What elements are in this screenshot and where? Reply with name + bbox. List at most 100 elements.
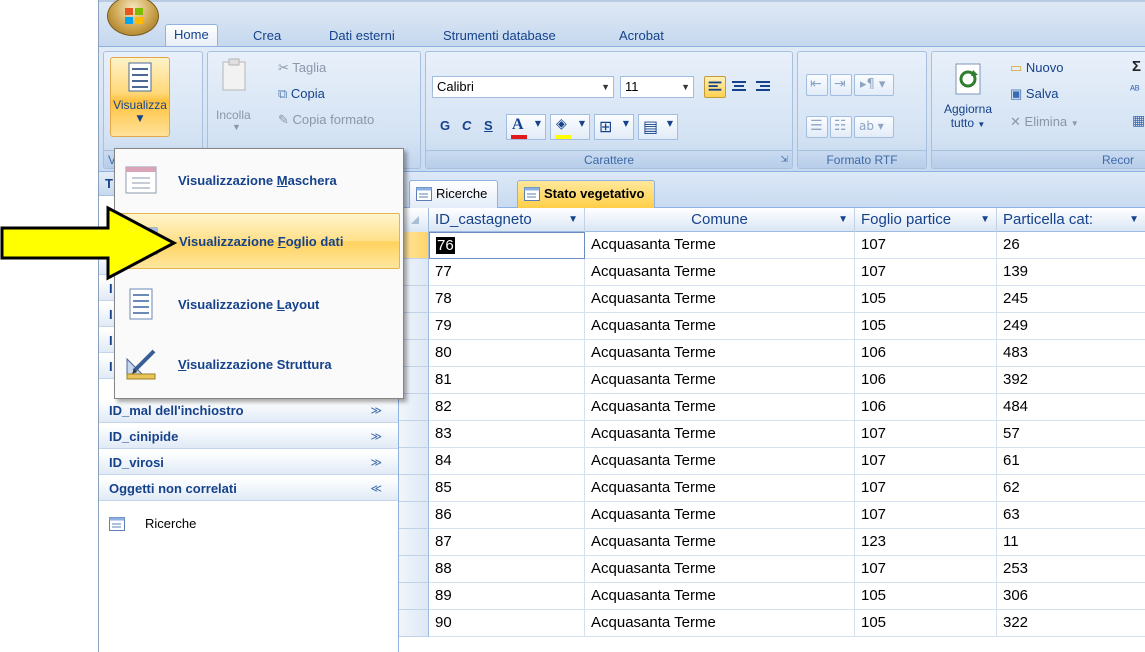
- chevron-down-icon[interactable]: ▼: [980, 208, 990, 231]
- chevron-down-icon[interactable]: ▼: [568, 208, 578, 231]
- cell-foglio-particellare[interactable]: 106: [855, 367, 997, 394]
- cell-comune[interactable]: Acquasanta Terme: [585, 259, 855, 286]
- cell-id-castagneto[interactable]: 86: [429, 502, 585, 529]
- cell-foglio-particellare[interactable]: 107: [855, 259, 997, 286]
- cell-id-castagneto[interactable]: 88: [429, 556, 585, 583]
- table-row[interactable]: 77 Acquasanta Terme 107 139: [399, 259, 1145, 286]
- nav-group-mal-inchiostro[interactable]: ID_mal dell'inchiostro ≫: [99, 400, 398, 423]
- copy-button[interactable]: ⧉ Copia: [278, 86, 325, 102]
- table-row[interactable]: 80 Acquasanta Terme 106 483: [399, 340, 1145, 367]
- cell-comune[interactable]: Acquasanta Terme: [585, 583, 855, 610]
- cell-id-castagneto[interactable]: 77: [429, 259, 585, 286]
- highlight-button[interactable]: ab ▾: [854, 116, 894, 138]
- chevron-down-icon[interactable]: ▼: [1129, 208, 1139, 231]
- spelling-icon[interactable]: ᴬᴮ: [1130, 84, 1140, 96]
- row-selector[interactable]: [399, 583, 429, 610]
- cell-comune[interactable]: Acquasanta Terme: [585, 475, 855, 502]
- cell-id-castagneto[interactable]: 76: [429, 232, 585, 259]
- cell-id-castagneto[interactable]: 85: [429, 475, 585, 502]
- cell-particella-catastale[interactable]: 62: [997, 475, 1145, 502]
- nav-group-virosi[interactable]: ID_virosi ≫: [99, 452, 398, 475]
- nav-object-ricerche[interactable]: Ricerche: [105, 514, 196, 534]
- format-painter-button[interactable]: ✎ Copia formato: [278, 112, 374, 128]
- cell-particella-catastale[interactable]: 484: [997, 394, 1145, 421]
- gridlines-button[interactable]: ⊞ ▼: [594, 114, 634, 140]
- cell-comune[interactable]: Acquasanta Terme: [585, 529, 855, 556]
- doc-tab-stato-vegetativo[interactable]: Stato vegetativo: [517, 180, 656, 208]
- cell-id-castagneto[interactable]: 80: [429, 340, 585, 367]
- tab-strumenti-database[interactable]: Strumenti database: [435, 26, 564, 48]
- table-row[interactable]: 78 Acquasanta Terme 105 245: [399, 286, 1145, 313]
- row-selector[interactable]: [399, 556, 429, 583]
- cell-comune[interactable]: Acquasanta Terme: [585, 340, 855, 367]
- font-name-select[interactable]: Calibri ▼: [432, 76, 614, 98]
- cell-id-castagneto[interactable]: 89: [429, 583, 585, 610]
- cell-comune[interactable]: Acquasanta Terme: [585, 556, 855, 583]
- align-right-button[interactable]: [752, 76, 774, 98]
- cell-particella-catastale[interactable]: 253: [997, 556, 1145, 583]
- menu-item-design-view[interactable]: Visualizzazione Struttura: [118, 337, 400, 393]
- underline-button[interactable]: S: [484, 118, 493, 133]
- table-row[interactable]: 88 Acquasanta Terme 107 253: [399, 556, 1145, 583]
- align-left-button[interactable]: [704, 76, 726, 98]
- increase-indent-button[interactable]: ⇥: [830, 74, 852, 96]
- cell-foglio-particellare[interactable]: 105: [855, 313, 997, 340]
- cell-comune[interactable]: Acquasanta Terme: [585, 286, 855, 313]
- cut-button[interactable]: ✂ Taglia: [278, 60, 326, 76]
- table-row[interactable]: 83 Acquasanta Terme 107 57: [399, 421, 1145, 448]
- cell-id-castagneto[interactable]: 82: [429, 394, 585, 421]
- totals-sigma-icon[interactable]: Σ: [1132, 58, 1141, 75]
- column-header-particella-catastale[interactable]: Particella cat: ▼: [997, 208, 1145, 232]
- tab-dati-esterni[interactable]: Dati esterni: [321, 26, 403, 48]
- table-row[interactable]: 87 Acquasanta Terme 123 11: [399, 529, 1145, 556]
- table-row[interactable]: 86 Acquasanta Terme 107 63: [399, 502, 1145, 529]
- refresh-all-button[interactable]: Aggiorna tutto ▼: [938, 56, 998, 140]
- tab-acrobat[interactable]: Acrobat: [611, 26, 672, 48]
- menu-item-layout-view[interactable]: Visualizzazione Layout: [118, 277, 400, 333]
- cell-foglio-particellare[interactable]: 107: [855, 421, 997, 448]
- row-selector[interactable]: [399, 475, 429, 502]
- cell-particella-catastale[interactable]: 11: [997, 529, 1145, 556]
- chevron-down-icon[interactable]: ▼: [838, 208, 848, 231]
- column-header-id-castagneto[interactable]: ID_castagneto ▼: [429, 208, 585, 232]
- paste-button[interactable]: Incolla: [216, 108, 251, 122]
- cell-id-castagneto[interactable]: 79: [429, 313, 585, 340]
- table-row[interactable]: 85 Acquasanta Terme 107 62: [399, 475, 1145, 502]
- numbered-list-button[interactable]: ☰: [806, 116, 828, 138]
- table-row[interactable]: 79 Acquasanta Terme 105 249: [399, 313, 1145, 340]
- cell-foglio-particellare[interactable]: 107: [855, 448, 997, 475]
- cell-particella-catastale[interactable]: 61: [997, 448, 1145, 475]
- decrease-indent-button[interactable]: ⇤: [806, 74, 828, 96]
- column-header-comune[interactable]: Comune ▼: [585, 208, 855, 232]
- cell-id-castagneto[interactable]: 90: [429, 610, 585, 637]
- cell-id-castagneto[interactable]: 81: [429, 367, 585, 394]
- paragraph-direction-button[interactable]: ▸¶ ▾: [854, 74, 894, 96]
- row-selector[interactable]: [399, 610, 429, 637]
- cell-comune[interactable]: Acquasanta Terme: [585, 610, 855, 637]
- font-color-button[interactable]: A ▼: [506, 114, 546, 140]
- delete-record-button[interactable]: ✕ Elimina ▼: [1010, 114, 1079, 130]
- menu-item-form-view[interactable]: Visualizzazione Maschera: [118, 153, 400, 209]
- cell-particella-catastale[interactable]: 139: [997, 259, 1145, 286]
- cell-particella-catastale[interactable]: 245: [997, 286, 1145, 313]
- cell-comune[interactable]: Acquasanta Terme: [585, 502, 855, 529]
- italic-button[interactable]: C: [462, 118, 471, 133]
- cell-foglio-particellare[interactable]: 123: [855, 529, 997, 556]
- alternate-fill-button[interactable]: ▤ ▼: [638, 114, 678, 140]
- column-header-foglio-particellare[interactable]: Foglio partice ▼: [855, 208, 997, 232]
- align-center-button[interactable]: [728, 76, 750, 98]
- cell-foglio-particellare[interactable]: 105: [855, 286, 997, 313]
- cell-comune[interactable]: Acquasanta Terme: [585, 313, 855, 340]
- tab-crea[interactable]: Crea: [245, 26, 289, 48]
- cell-foglio-particellare[interactable]: 105: [855, 610, 997, 637]
- table-row[interactable]: 84 Acquasanta Terme 107 61: [399, 448, 1145, 475]
- cell-particella-catastale[interactable]: 249: [997, 313, 1145, 340]
- doc-tab-ricerche[interactable]: Ricerche: [409, 180, 499, 208]
- cell-id-castagneto[interactable]: 84: [429, 448, 585, 475]
- cell-foglio-particellare[interactable]: 106: [855, 394, 997, 421]
- cell-foglio-particellare[interactable]: 106: [855, 340, 997, 367]
- font-size-select[interactable]: 11 ▼: [620, 76, 694, 98]
- row-selector[interactable]: [399, 502, 429, 529]
- cell-comune[interactable]: Acquasanta Terme: [585, 421, 855, 448]
- more-records-icon[interactable]: ▦: [1132, 112, 1145, 129]
